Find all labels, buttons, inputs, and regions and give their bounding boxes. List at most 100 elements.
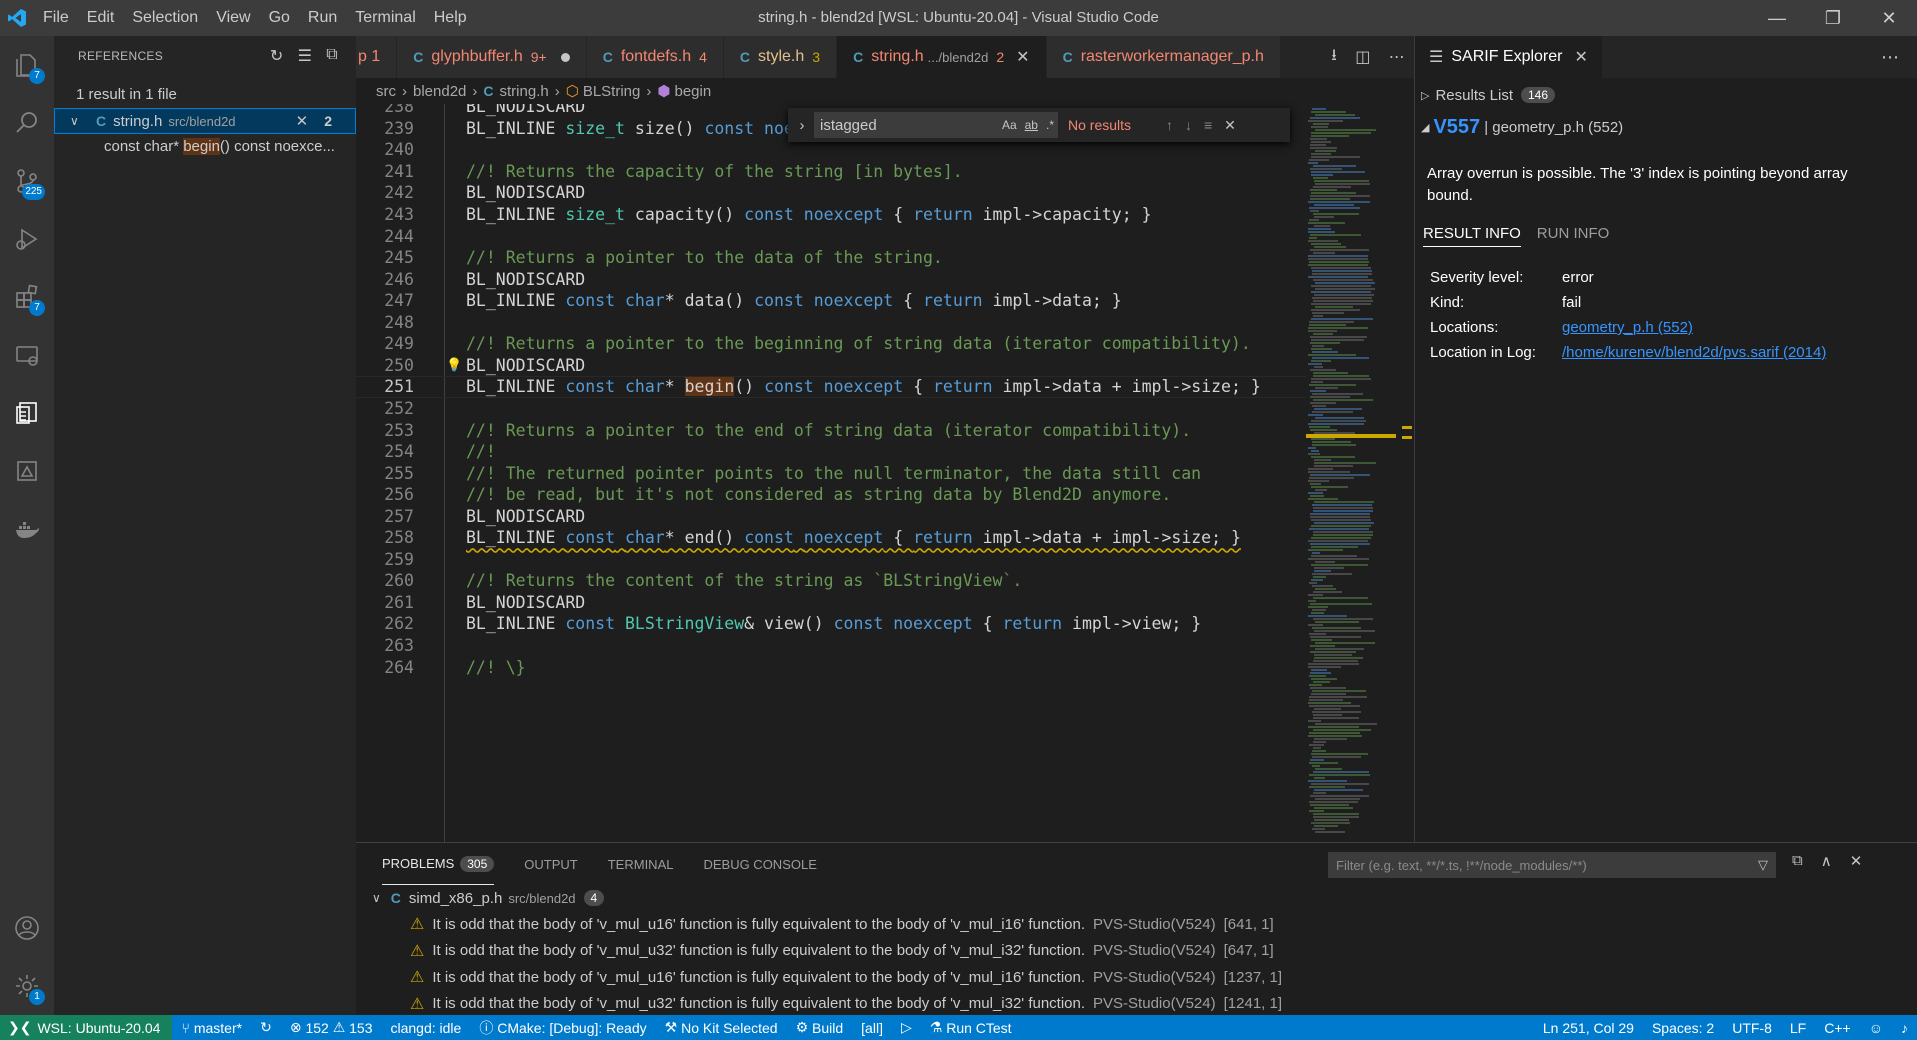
code-line[interactable]: 250 💡 BL_NODISCARD (356, 355, 1306, 377)
problem-item[interactable]: ⚠ It is odd that the body of 'v_mul_u32' … (356, 938, 1917, 965)
refresh-icon[interactable]: ↻ (270, 46, 284, 66)
reference-file-item[interactable]: ∨ C string.h src/blend2d ✕ 2 (54, 108, 356, 134)
code-line[interactable]: 255 //! The returned pointer points to th… (356, 462, 1306, 484)
results-list-header[interactable]: ▷ Results List 146 (1415, 82, 1917, 108)
more-actions-icon[interactable]: ⋯ (1389, 47, 1405, 67)
tab-run-info[interactable]: RUN INFO (1537, 225, 1610, 247)
manage-gear-icon[interactable]: 1 (0, 957, 54, 1015)
kit-status[interactable]: ⚒ No Kit Selected (656, 1019, 787, 1036)
run-icon[interactable]: ▷ (892, 1019, 921, 1036)
problem-item[interactable]: ⚠ It is odd that the body of 'v_mul_u32' … (356, 991, 1917, 1018)
indentation[interactable]: Spaces: 2 (1643, 1020, 1723, 1036)
run-debug-icon[interactable] (0, 210, 54, 268)
code-line[interactable]: 247 BL_INLINE const char* data() const no… (356, 290, 1306, 312)
code-line[interactable]: 242 BL_NODISCARD (356, 182, 1306, 204)
info-value-link[interactable]: geometry_p.h (552) (1562, 319, 1693, 336)
chevron-down-icon[interactable]: ∨ (372, 891, 381, 905)
menu-selection[interactable]: Selection (123, 0, 207, 36)
reference-line-item[interactable]: const char* begin() const noexce... (54, 134, 356, 160)
notifications-bell-icon[interactable]: ♪ (1892, 1020, 1917, 1036)
clear-all-icon[interactable]: ☰ (298, 46, 313, 66)
editor-tab[interactable]: Crasterworkermanager_p.h (1046, 36, 1281, 78)
extensions-icon[interactable]: 7 (0, 268, 54, 326)
tab-output[interactable]: OUTPUT (524, 843, 577, 885)
menu-file[interactable]: File (34, 0, 78, 36)
next-match-icon[interactable]: ↓ (1185, 117, 1192, 134)
code-line[interactable]: 256 //! be read, but it's not considered … (356, 484, 1306, 506)
problem-item[interactable]: ⚠ It is odd that the body of 'v_mul_u16' … (356, 911, 1917, 938)
code-line[interactable]: 261 BL_NODISCARD (356, 592, 1306, 614)
breadcrumb-class[interactable]: BLString (583, 83, 641, 100)
menu-view[interactable]: View (207, 0, 259, 36)
collapse-all-icon[interactable]: ⧉ (1792, 852, 1803, 870)
editor-tab[interactable]: Cglyphbuffer.h 9+ (397, 36, 587, 78)
code-line[interactable]: 251 BL_INLINE const char* begin() const n… (356, 376, 1306, 398)
code-line[interactable]: 245 //! Returns a pointer to the data of … (356, 247, 1306, 269)
toggle-replace-chevron-icon[interactable]: › (792, 117, 812, 134)
minimize-icon[interactable]: — (1749, 0, 1805, 36)
code-line[interactable]: 246 BL_NODISCARD (356, 268, 1306, 290)
close-find-icon[interactable]: ✕ (1224, 117, 1236, 134)
code-line[interactable]: 240 (356, 139, 1306, 161)
docker-icon[interactable] (0, 500, 54, 558)
ctest-button[interactable]: ⚗ Run CTest (921, 1019, 1021, 1036)
end-of-line[interactable]: LF (1781, 1020, 1815, 1036)
breadcrumb-method[interactable]: begin (674, 83, 711, 100)
chevron-down-icon[interactable]: ∨ (70, 114, 86, 128)
sarif-explorer-tab[interactable]: ☰ SARIF Explorer ✕ (1415, 36, 1602, 78)
code-line[interactable]: 244 (356, 225, 1306, 247)
tab-debug-console[interactable]: DEBUG CONSOLE (703, 843, 816, 885)
problem-item[interactable]: ⚠ It is odd that the body of 'v_mul_u16' … (356, 964, 1917, 991)
menu-edit[interactable]: Edit (78, 0, 124, 36)
breadcrumb-file[interactable]: string.h (500, 83, 549, 100)
menu-go[interactable]: Go (260, 0, 299, 36)
code-line[interactable]: 254 //! (356, 441, 1306, 463)
restore-icon[interactable]: ❐ (1805, 0, 1861, 36)
match-whole-word-icon[interactable]: ab (1025, 118, 1038, 132)
editor-tab[interactable]: p 1 (356, 36, 398, 78)
account-icon[interactable] (0, 899, 54, 957)
problems-status[interactable]: ⊗ 152 ⚠ 153 (281, 1019, 382, 1036)
menu-terminal[interactable]: Terminal (346, 0, 424, 36)
feedback-icon[interactable]: ☺ (1860, 1020, 1892, 1036)
cursor-position[interactable]: Ln 251, Col 29 (1534, 1020, 1643, 1036)
find-input[interactable]: istagged Aa ab .* (814, 112, 1058, 138)
filter-icon[interactable]: ▽ (1758, 857, 1768, 873)
code-editor[interactable]: 238 BL_NODISCARD 239 BL_INLINE size_t size(… (356, 104, 1306, 842)
minimap[interactable] (1306, 104, 1414, 842)
build-button[interactable]: ⚙ Build (787, 1019, 853, 1036)
source-control-icon[interactable]: 225 (0, 152, 54, 210)
match-case-icon[interactable]: Aa (1002, 118, 1017, 132)
search-icon[interactable] (0, 94, 54, 152)
code-line[interactable]: 243 BL_INLINE size_t capacity() const noe… (356, 204, 1306, 226)
close-window-icon[interactable]: ✕ (1861, 0, 1917, 36)
sarif-icon[interactable] (0, 384, 54, 442)
split-editor-icon[interactable]: ◫ (1355, 47, 1370, 67)
code-line[interactable]: 259 (356, 549, 1306, 571)
code-line[interactable]: 252 (356, 398, 1306, 420)
explorer-icon[interactable]: 7 (0, 36, 54, 94)
code-line[interactable]: 264 //! \} (356, 656, 1306, 678)
remote-indicator[interactable]: ❯❮ WSL: Ubuntu-20.04 (0, 1015, 173, 1040)
menu-run[interactable]: Run (299, 0, 346, 36)
build-target[interactable]: [all] (852, 1020, 892, 1036)
previous-match-icon[interactable]: ↑ (1166, 117, 1173, 134)
branch-item[interactable]: ⑂ master* (172, 1020, 251, 1036)
breadcrumb-src[interactable]: src (376, 83, 396, 100)
unsaved-dot-icon[interactable] (560, 52, 570, 62)
code-line[interactable]: 248 (356, 312, 1306, 334)
tab-problems[interactable]: PROBLEMS 305 (382, 843, 495, 885)
tab-terminal[interactable]: TERMINAL (608, 843, 674, 885)
code-line[interactable]: 249 //! Returns a pointer to the beginnin… (356, 333, 1306, 355)
problems-filter-input[interactable]: Filter (e.g. text, **/*.ts, !**/node_mod… (1328, 852, 1776, 878)
maximize-panel-icon[interactable]: ∧ (1821, 852, 1832, 870)
cmake-status[interactable]: ⓘ CMake: [Debug]: Ready (470, 1018, 655, 1038)
clangd-status[interactable]: clangd: idle (382, 1020, 471, 1036)
code-line[interactable]: 241 //! Returns the capacity of the strin… (356, 161, 1306, 183)
more-actions-icon[interactable]: ⋯ (1881, 47, 1899, 68)
breadcrumb-blend2d[interactable]: blend2d (413, 83, 466, 100)
sarif-download-icon[interactable]: ⭳ (1331, 44, 1337, 71)
remote-explorer-icon[interactable] (0, 326, 54, 384)
menu-help[interactable]: Help (425, 0, 476, 36)
sync-icon[interactable]: ↻ (251, 1019, 281, 1036)
